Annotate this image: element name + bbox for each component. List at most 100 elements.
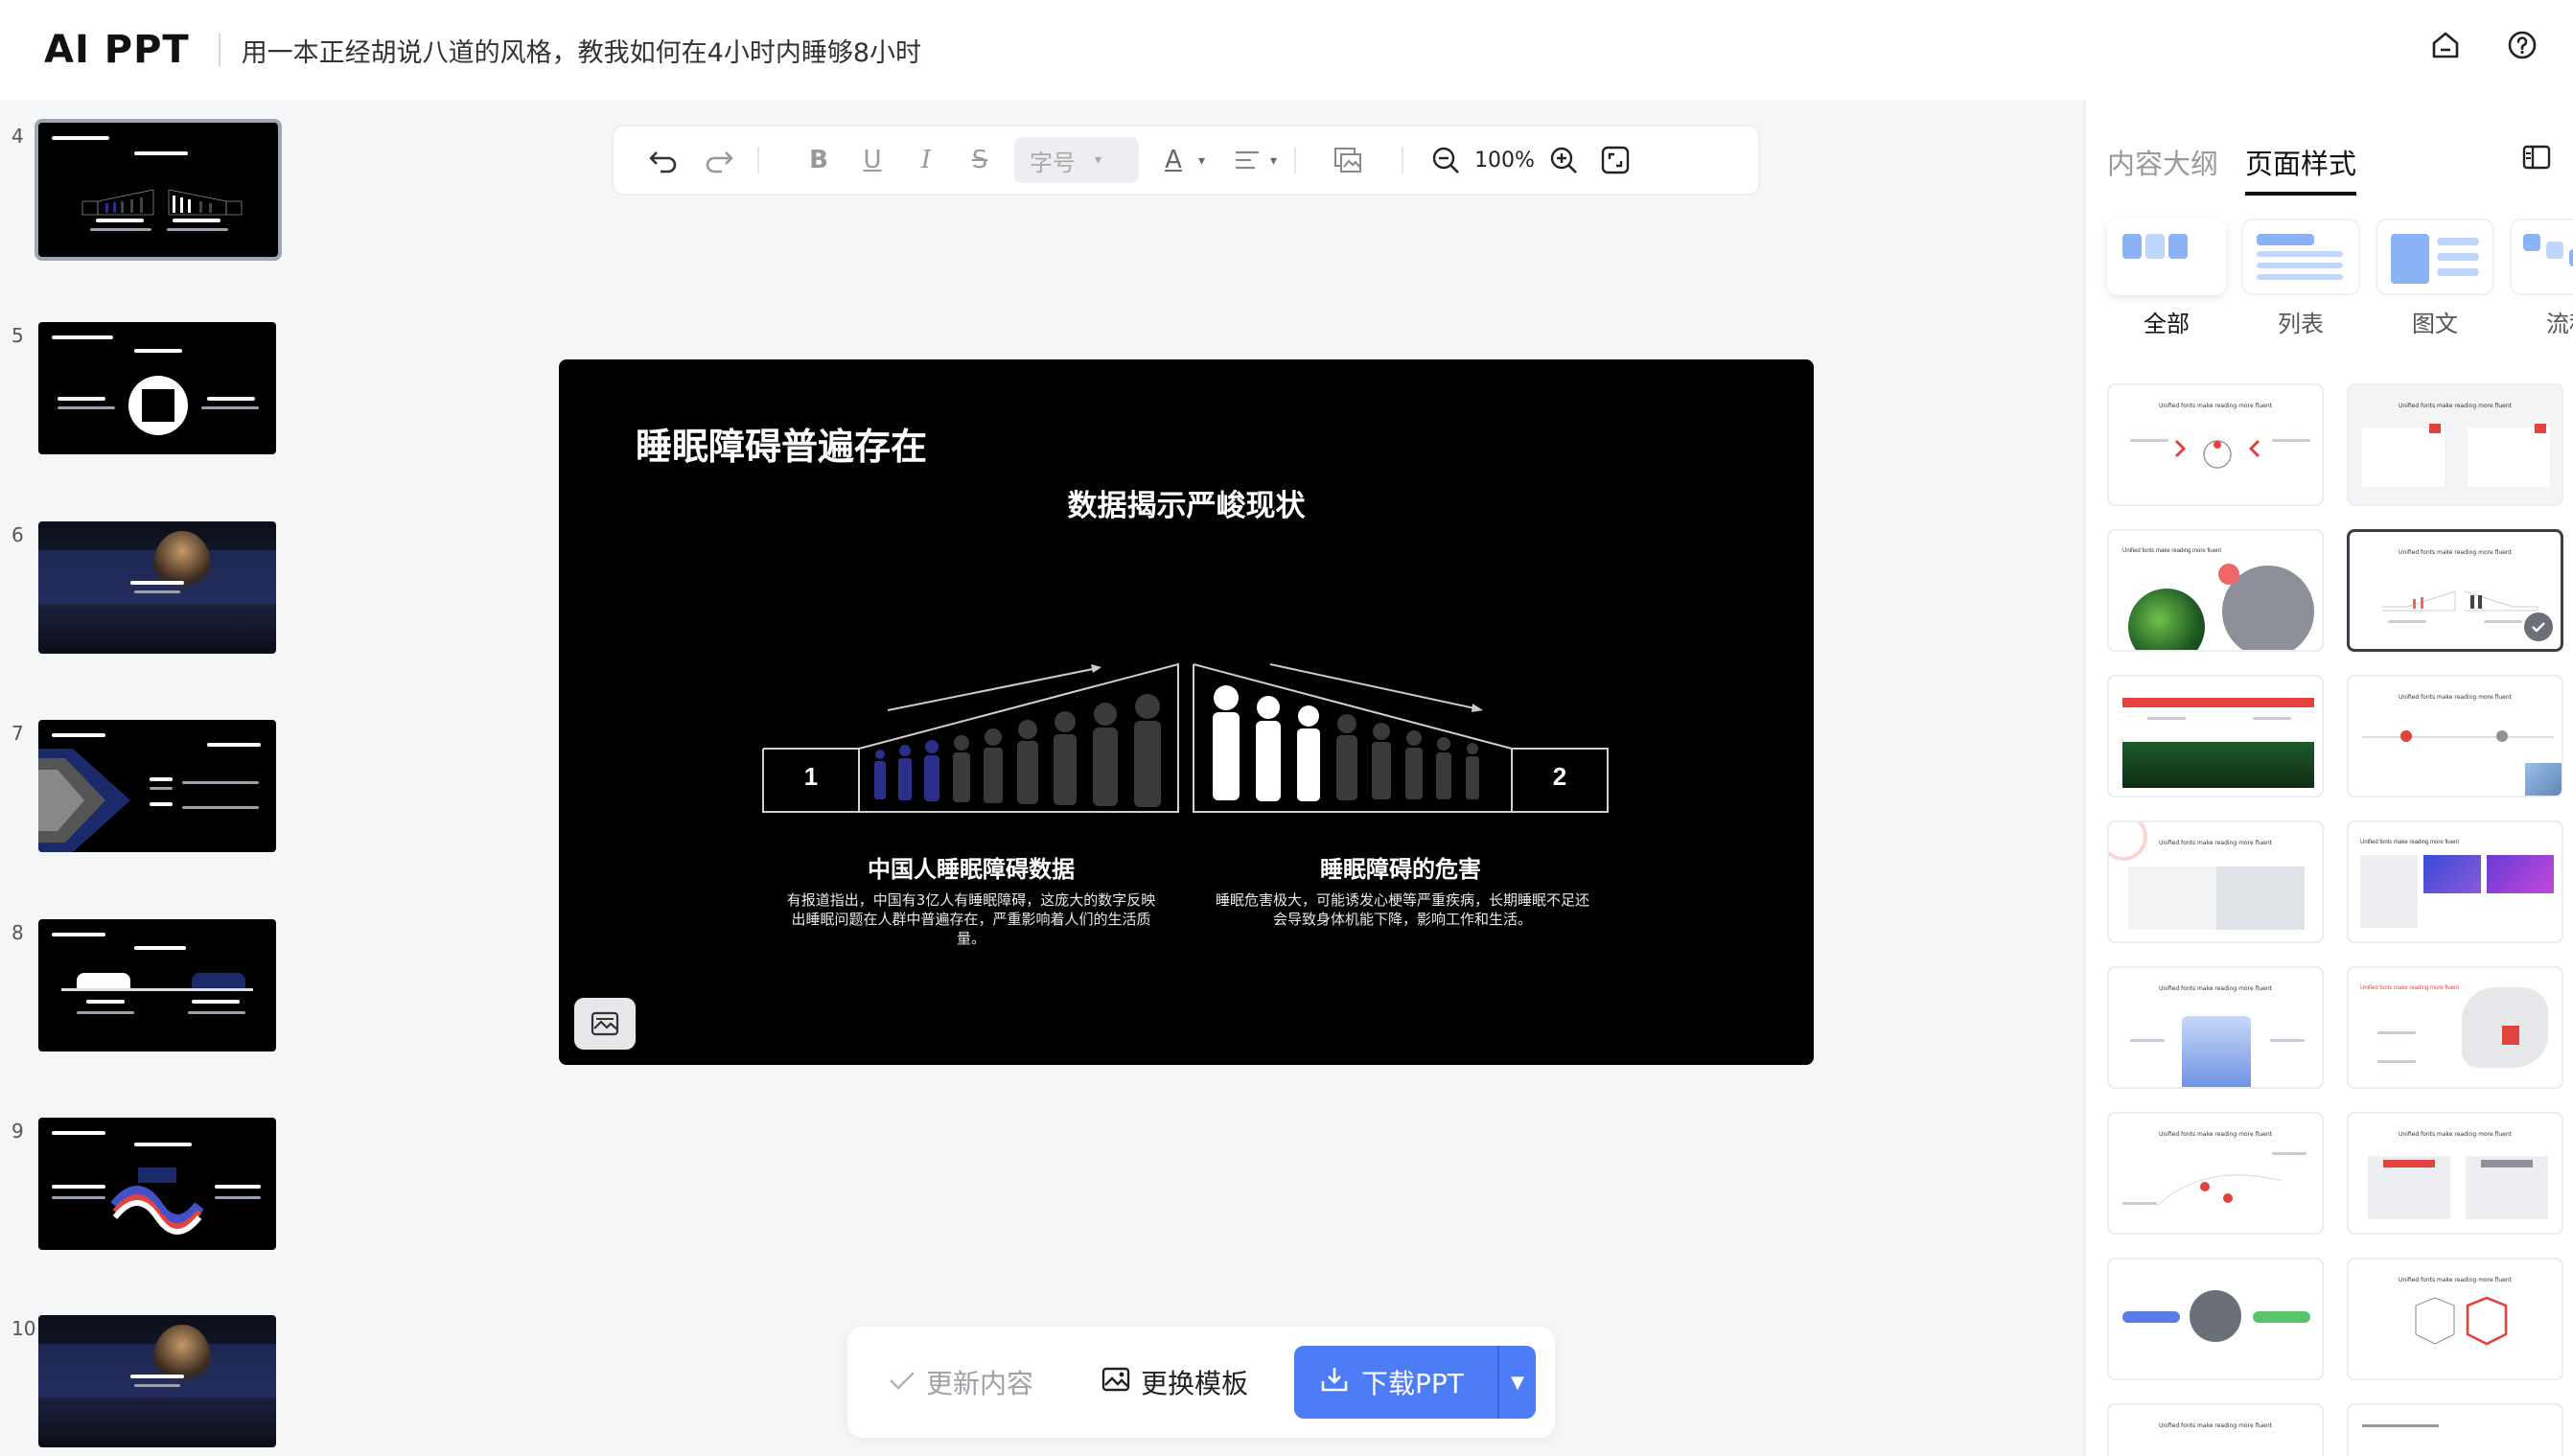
italic-label: I — [920, 146, 932, 174]
slide-image-button[interactable] — [574, 998, 636, 1050]
thumbnail-number: 8 — [12, 921, 24, 944]
help-icon[interactable] — [2506, 29, 2538, 61]
thumbnail-row[interactable]: 7 — [0, 720, 288, 860]
thumbnail-number: 9 — [12, 1120, 24, 1143]
category-list-icon — [2241, 219, 2360, 295]
app-header: AI PPT 用一本正经胡说八道的风格，教我如何在4小时内睡够8小时 — [0, 0, 2573, 100]
layout-card[interactable]: Unified fonts make reading more fluent — [2347, 1112, 2563, 1235]
update-content-button[interactable]: 更新内容 — [888, 1363, 1033, 1401]
layout-card[interactable]: Unified fonts make reading more fluent — [2347, 675, 2563, 797]
chevron-down-icon: ▼ — [1511, 1372, 1524, 1393]
zoom-in-icon[interactable] — [1542, 139, 1585, 181]
layout-card[interactable]: Unified fonts make reading more fluent — [2107, 1403, 2324, 1456]
layout-card-title: Unified fonts make reading more fluent — [2159, 840, 2272, 846]
strike-label: S — [971, 146, 988, 174]
layout-card[interactable]: Unified fonts make reading more fluent — [2107, 529, 2324, 652]
category-flow[interactable]: 流程 — [2510, 219, 2573, 338]
update-content-label: 更新内容 — [926, 1368, 1034, 1399]
slide-thumbnail[interactable] — [35, 119, 282, 261]
slide-thumbnail-list[interactable]: 4 5 6 7 8 9 10 — [0, 100, 288, 1456]
comparison-diagram — [762, 662, 1609, 813]
right-heading[interactable]: 睡眠障碍的危害 — [1209, 850, 1592, 884]
left-heading[interactable]: 中国人睡眠障碍数据 — [779, 850, 1163, 884]
category-flow-label: 流程 — [2546, 311, 2573, 337]
person-figures-left — [874, 694, 1161, 807]
slide-thumbnail[interactable] — [38, 720, 276, 852]
download-label: 下载PPT — [1361, 1368, 1464, 1399]
layout-card-title: Unified fonts make reading more fluent — [2159, 985, 2272, 992]
thumbnail-row[interactable]: 8 — [0, 919, 288, 1059]
right-style-panel: 内容大纲 页面样式 全部 列表 图文 流 Unified fonts make … — [2084, 100, 2573, 1456]
zoom-out-icon[interactable] — [1425, 139, 1467, 181]
chevron-down-icon[interactable]: ▾ — [1270, 152, 1277, 169]
layout-card[interactable] — [2347, 1403, 2563, 1456]
layout-card[interactable] — [2107, 675, 2324, 797]
right-body[interactable]: 睡眠危害极大，可能诱发心梗等严重疾病，长期睡眠不足还会导致身体机能下降，影响工作… — [1211, 890, 1594, 929]
slide-thumbnail[interactable] — [38, 521, 276, 654]
font-color-label: A — [1165, 146, 1182, 174]
layout-card[interactable]: Unified fonts make reading more fluent — [2107, 966, 2324, 1089]
layout-card[interactable]: Unified fonts make reading more fluent — [2107, 1112, 2324, 1235]
person-figures-right — [1213, 685, 1479, 801]
slide-canvas[interactable]: 睡眠障碍普遍存在 数据揭示严峻现状 1 2 中国人睡眠障碍数据 有报道指出，中国… — [559, 359, 1814, 1065]
slide-thumbnail[interactable] — [38, 322, 276, 454]
fit-screen-icon[interactable] — [1594, 139, 1636, 181]
slide-thumbnail[interactable] — [38, 1118, 276, 1250]
thumbnail-row[interactable]: 9 — [0, 1118, 288, 1258]
thumbnail-row[interactable]: 4 — [0, 119, 288, 263]
strikethrough-button[interactable]: S — [959, 139, 1001, 181]
download-options-dropdown[interactable]: ▼ — [1499, 1373, 1536, 1393]
toolbar-divider — [1294, 147, 1297, 173]
slide-thumbnail[interactable] — [38, 919, 276, 1052]
layout-card[interactable]: Unified fonts make reading more fluent — [2347, 966, 2563, 1089]
category-image-text[interactable]: 图文 — [2376, 219, 2494, 338]
layout-card[interactable]: Unified fonts make reading more fluent — [2107, 820, 2324, 943]
font-size-select[interactable]: 字号 ▾ — [1014, 137, 1139, 183]
underline-label: U — [863, 146, 882, 174]
layout-card[interactable]: Unified fonts make reading more fluent — [2347, 383, 2563, 506]
redo-button[interactable] — [698, 139, 740, 181]
download-ppt-button[interactable]: 下载PPT ▼ — [1294, 1346, 1536, 1419]
bold-button[interactable]: B — [798, 139, 840, 181]
chevron-down-icon[interactable]: ▾ — [1198, 152, 1205, 169]
thumbnail-row[interactable]: 10 — [0, 1315, 288, 1455]
sidebar-toggle-icon[interactable] — [2521, 144, 2554, 176]
template-icon — [1101, 1366, 1131, 1399]
app-logo: AI PPT — [44, 28, 190, 72]
home-icon[interactable] — [2429, 29, 2462, 61]
layout-card[interactable]: Unified fonts make reading more fluent — [2347, 1258, 2563, 1380]
thumbnail-row[interactable]: 5 — [0, 322, 288, 462]
align-button[interactable] — [1226, 139, 1268, 181]
thumbnail-number: 7 — [12, 722, 24, 745]
download-icon — [1319, 1364, 1350, 1401]
check-icon — [888, 1367, 916, 1398]
chevron-down-icon: ▾ — [1095, 152, 1102, 168]
layout-card-selected[interactable]: Unified fonts make reading more fluent — [2347, 529, 2563, 652]
header-divider — [218, 34, 220, 66]
bold-label: B — [809, 146, 828, 174]
toolbar-divider — [757, 147, 759, 173]
thumbnail-number: 6 — [12, 523, 24, 546]
layout-card[interactable]: Unified fonts make reading more fluent — [2347, 820, 2563, 943]
tab-content-outline[interactable]: 内容大纲 — [2107, 142, 2218, 196]
change-template-button[interactable]: 更换模板 — [1101, 1363, 1248, 1401]
category-all[interactable]: 全部 — [2107, 219, 2226, 338]
left-body[interactable]: 有报道指出，中国有3亿人有睡眠障碍，这庞大的数字反映出睡眠问题在人群中普遍存在，… — [781, 890, 1161, 948]
image-replace-icon[interactable] — [1327, 139, 1369, 181]
tab-page-style[interactable]: 页面样式 — [2245, 142, 2357, 196]
category-list[interactable]: 列表 — [2241, 219, 2360, 338]
slide-thumbnail[interactable] — [38, 1315, 276, 1447]
layout-card-title: Unified fonts make reading more fluent — [2399, 1131, 2512, 1138]
category-image-text-label: 图文 — [2412, 311, 2458, 337]
layout-card[interactable] — [2107, 1258, 2324, 1380]
thumbnail-row[interactable]: 6 — [0, 521, 288, 661]
italic-button[interactable]: I — [905, 139, 947, 181]
font-color-button[interactable]: A — [1152, 139, 1194, 181]
layout-card[interactable]: Unified fonts make reading more fluent — [2107, 383, 2324, 506]
underline-button[interactable]: U — [851, 139, 893, 181]
layout-card-title: Unified fonts make reading more fluent — [2399, 403, 2512, 409]
undo-button[interactable] — [642, 139, 684, 181]
left-number: 1 — [803, 762, 819, 791]
document-title[interactable]: 用一本正经胡说八道的风格，教我如何在4小时内睡够8小时 — [242, 32, 921, 69]
bottom-action-bar: 更新内容 更换模板 下载PPT ▼ — [847, 1327, 1555, 1438]
